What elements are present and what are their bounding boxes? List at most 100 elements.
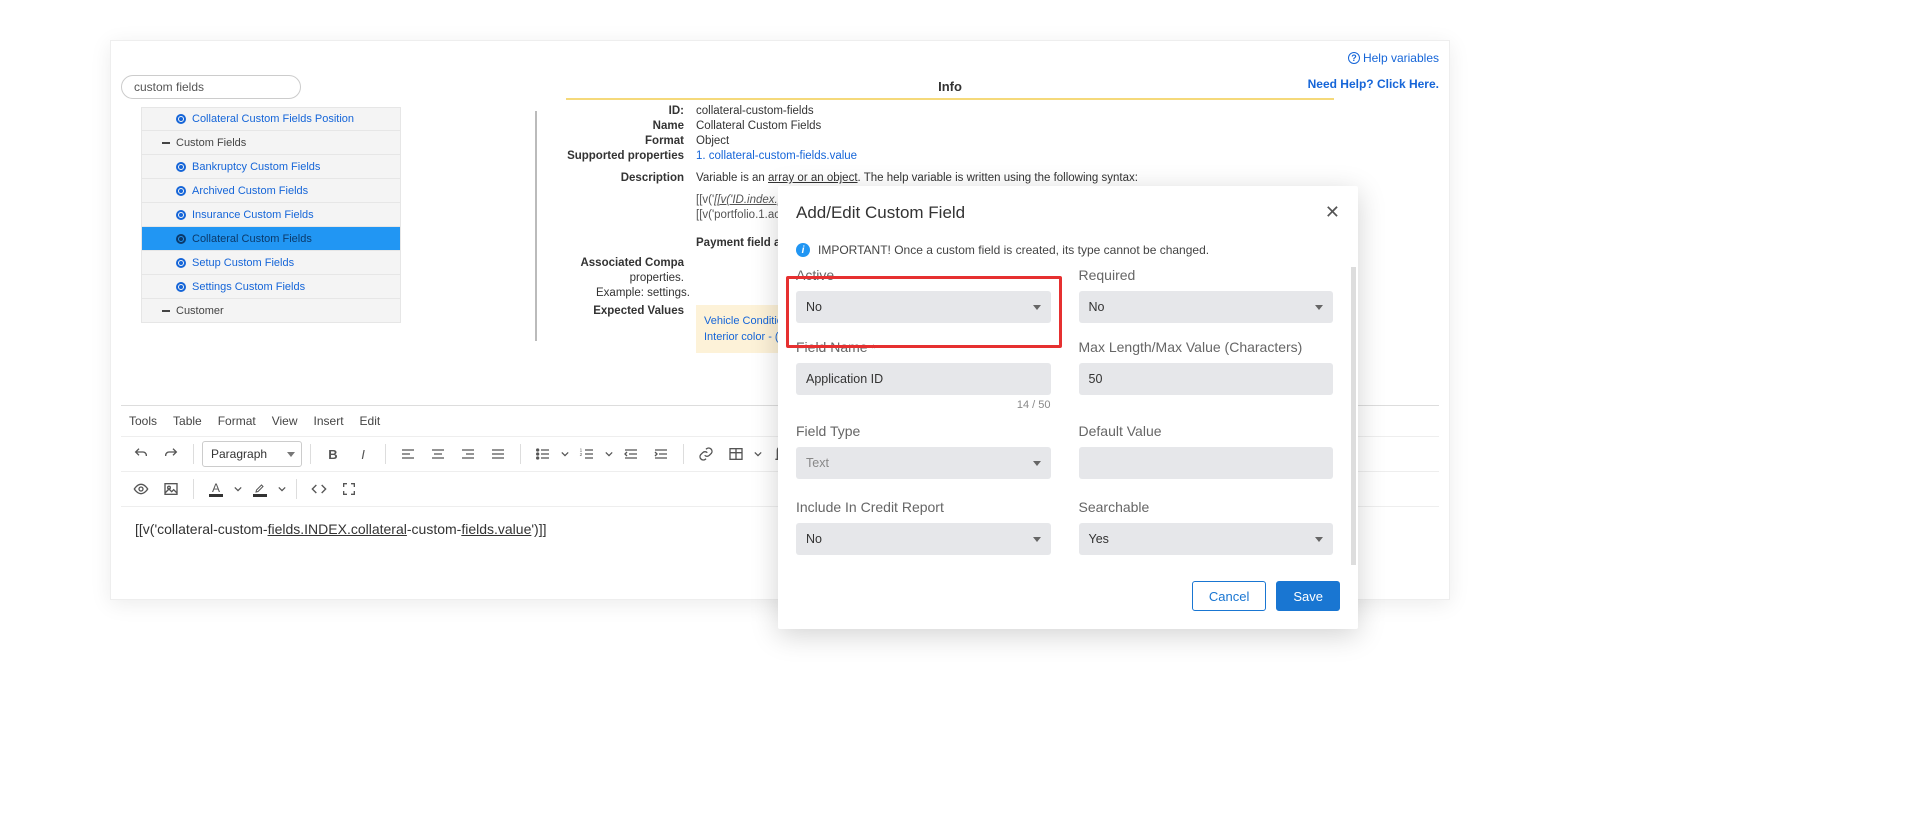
bold-button[interactable]: B bbox=[319, 441, 347, 467]
code-button[interactable] bbox=[305, 476, 333, 502]
preview-button[interactable] bbox=[127, 476, 155, 502]
field-name-hint: 14 / 50 bbox=[796, 395, 1051, 411]
align-justify-button[interactable] bbox=[484, 441, 512, 467]
sidebar-item-3[interactable]: Archived Custom Fields bbox=[141, 179, 401, 203]
label-default-value: Default Value bbox=[1079, 423, 1334, 439]
label-searchable: Searchable bbox=[1079, 499, 1334, 515]
text-color-button[interactable]: A bbox=[202, 476, 230, 502]
info-label-name: Name bbox=[566, 120, 696, 132]
info-label-associated: Associated Compa bbox=[566, 257, 696, 269]
menu-tools[interactable]: Tools bbox=[129, 414, 157, 428]
sidebar: Collateral Custom Fields Position Custom … bbox=[141, 107, 401, 323]
field-name-input[interactable]: Application ID bbox=[796, 363, 1051, 395]
description-text: Variable is an array or an object. The h… bbox=[696, 172, 1326, 184]
menu-view[interactable]: View bbox=[272, 414, 298, 428]
menu-edit[interactable]: Edit bbox=[360, 414, 381, 428]
minus-icon bbox=[162, 142, 170, 144]
sidebar-item-label: Collateral Custom Fields bbox=[192, 233, 312, 245]
label-required: Required bbox=[1079, 267, 1334, 283]
radio-icon bbox=[176, 282, 186, 292]
sidebar-item-label: Customer bbox=[176, 305, 224, 317]
sidebar-item-label: Archived Custom Fields bbox=[192, 185, 308, 197]
max-length-input[interactable]: 50 bbox=[1079, 363, 1334, 395]
numbered-list-caret[interactable] bbox=[603, 441, 615, 467]
text-color-caret[interactable] bbox=[232, 476, 244, 502]
info-label-supported: Supported properties bbox=[566, 150, 696, 162]
label-active: Active bbox=[796, 267, 1051, 283]
help-icon: ? bbox=[1348, 52, 1360, 64]
expected-link-0[interactable]: Vehicle Conditio bbox=[704, 315, 783, 327]
radio-icon bbox=[176, 210, 186, 220]
default-value-input[interactable] bbox=[1079, 447, 1334, 479]
highlight-button[interactable] bbox=[246, 476, 274, 502]
redo-button[interactable] bbox=[157, 441, 185, 467]
menu-format[interactable]: Format bbox=[218, 414, 256, 428]
sidebar-item-label: Insurance Custom Fields bbox=[192, 209, 314, 221]
table-caret[interactable] bbox=[752, 441, 764, 467]
info-name-value: Collateral Custom Fields bbox=[696, 120, 1326, 132]
add-edit-custom-field-modal: Add/Edit Custom Field ✕ i IMPORTANT! Onc… bbox=[778, 186, 1358, 629]
highlight-caret[interactable] bbox=[276, 476, 288, 502]
bullet-list-caret[interactable] bbox=[559, 441, 571, 467]
fullscreen-button[interactable] bbox=[335, 476, 363, 502]
style-dropdown[interactable]: Paragraph bbox=[202, 441, 302, 467]
sidebar-item-label: Custom Fields bbox=[176, 137, 246, 149]
supported-property-link[interactable]: 1. collateral-custom-fields.value bbox=[696, 150, 857, 162]
radio-icon bbox=[176, 234, 186, 244]
include-credit-select[interactable]: No bbox=[796, 523, 1051, 555]
label-field-type: Field Type bbox=[796, 423, 1051, 439]
image-button[interactable] bbox=[157, 476, 185, 502]
numbered-list-button[interactable]: 12 bbox=[573, 441, 601, 467]
sidebar-item-label: Setup Custom Fields bbox=[192, 257, 294, 269]
sidebar-item-label: Collateral Custom Fields Position bbox=[192, 113, 354, 125]
undo-button[interactable] bbox=[127, 441, 155, 467]
field-type-select[interactable]: Text bbox=[796, 447, 1051, 479]
label-include-credit: Include In Credit Report bbox=[796, 499, 1051, 515]
indent-button[interactable] bbox=[647, 441, 675, 467]
label-field-name: Field Name * bbox=[796, 339, 1051, 355]
cancel-button[interactable]: Cancel bbox=[1192, 581, 1266, 611]
align-right-button[interactable] bbox=[454, 441, 482, 467]
info-label-format: Format bbox=[566, 135, 696, 147]
align-left-button[interactable] bbox=[394, 441, 422, 467]
info-icon: i bbox=[796, 243, 810, 257]
sidebar-item-2[interactable]: Bankruptcy Custom Fields bbox=[141, 155, 401, 179]
info-label-description: Description bbox=[566, 172, 696, 184]
vertical-divider bbox=[535, 111, 537, 341]
modal-alert-text: IMPORTANT! Once a custom field is create… bbox=[818, 243, 1209, 257]
searchable-select[interactable]: Yes bbox=[1079, 523, 1334, 555]
label-max-length: Max Length/Max Value (Characters) bbox=[1079, 339, 1334, 355]
info-id-value: collateral-custom-fields bbox=[696, 105, 1326, 117]
outdent-button[interactable] bbox=[617, 441, 645, 467]
expected-link-1[interactable]: Interior color - (I bbox=[704, 331, 783, 343]
link-button[interactable] bbox=[692, 441, 720, 467]
sidebar-item-7[interactable]: Settings Custom Fields bbox=[141, 275, 401, 299]
radio-icon bbox=[176, 186, 186, 196]
sidebar-item-1[interactable]: Custom Fields bbox=[141, 131, 401, 155]
save-button[interactable]: Save bbox=[1276, 581, 1340, 611]
sidebar-item-0[interactable]: Collateral Custom Fields Position bbox=[141, 107, 401, 131]
table-button[interactable] bbox=[722, 441, 750, 467]
menu-table[interactable]: Table bbox=[173, 414, 202, 428]
radio-icon bbox=[176, 258, 186, 268]
info-label-id: ID: bbox=[566, 105, 696, 117]
radio-icon bbox=[176, 162, 186, 172]
sidebar-item-5[interactable]: Collateral Custom Fields bbox=[141, 227, 401, 251]
modal-alert: i IMPORTANT! Once a custom field is crea… bbox=[778, 233, 1358, 267]
menu-insert[interactable]: Insert bbox=[314, 414, 344, 428]
help-variables-link[interactable]: ? Help variables bbox=[1348, 51, 1439, 65]
modal-title: Add/Edit Custom Field bbox=[796, 203, 965, 223]
required-select[interactable]: No bbox=[1079, 291, 1334, 323]
italic-button[interactable]: I bbox=[349, 441, 377, 467]
search-input[interactable] bbox=[121, 75, 301, 99]
info-header: Info bbox=[566, 79, 1334, 100]
sidebar-item-4[interactable]: Insurance Custom Fields bbox=[141, 203, 401, 227]
sidebar-item-8[interactable]: Customer bbox=[141, 299, 401, 323]
sidebar-item-label: Settings Custom Fields bbox=[192, 281, 305, 293]
align-center-button[interactable] bbox=[424, 441, 452, 467]
sidebar-item-6[interactable]: Setup Custom Fields bbox=[141, 251, 401, 275]
close-icon[interactable]: ✕ bbox=[1325, 202, 1340, 223]
active-select[interactable]: No bbox=[796, 291, 1051, 323]
bullet-list-button[interactable] bbox=[529, 441, 557, 467]
help-variables-label: Help variables bbox=[1363, 51, 1439, 65]
